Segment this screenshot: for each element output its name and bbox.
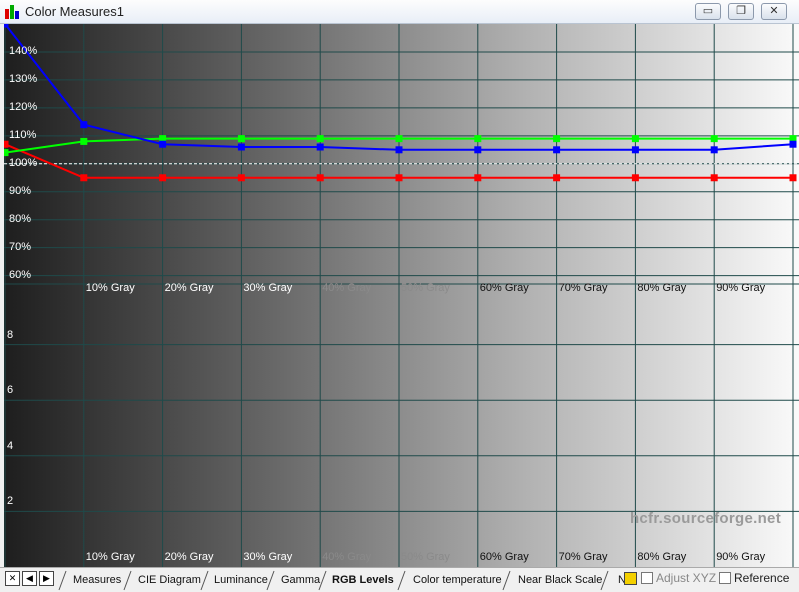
title-bar: Color Measures1 ▭ ❐ ✕ [0,0,799,24]
red-data-point [4,140,9,148]
x-tick-label: 50% Gray [401,282,450,294]
x-tick-label: 40% Gray [322,282,372,294]
chart-app-icon [5,5,21,19]
y-tick-label: 70% [9,240,32,253]
minimize-button[interactable]: ▭ [695,3,721,20]
green-data-point [395,135,403,143]
x-tick-label: 50% Gray [401,551,450,563]
red-data-point [553,174,561,182]
green-data-point [237,135,245,143]
y-tick-label: 60% [9,268,32,281]
restore-button[interactable]: ❐ [728,3,754,20]
green-data-point [631,135,639,143]
x-tick-label: 30% Gray [243,551,293,563]
x-tick-label: 70% Gray [558,551,608,563]
y-tick-label: 90% [9,184,32,197]
y-tick-label: 140% [9,44,38,57]
x-tick-label: 90% Gray [716,282,766,294]
red-data-point [237,174,245,182]
close-button[interactable]: ✕ [761,3,787,20]
x-tick-label: 60% Gray [479,551,529,563]
y-tick-label: 80% [9,212,32,225]
sensor-icon[interactable] [624,572,637,585]
window-title: Color Measures1 [25,4,124,19]
blue-data-point [553,146,561,154]
chart-canvas [4,24,799,567]
red-data-point [474,174,482,182]
blue-data-point [474,146,482,154]
red-data-point [631,174,639,182]
green-data-point [553,135,561,143]
x-tick-label: 20% Gray [164,551,214,563]
blue-data-point [159,140,167,148]
x-tick-label: 10% Gray [85,282,135,294]
reference-label: Reference [734,571,790,585]
green-data-point [4,149,9,157]
watermark: hcfr.sourceforge.net [629,510,781,527]
x-tick-label: 20% Gray [164,282,214,294]
x-tick-label: 80% Gray [637,551,687,563]
red-data-point [710,174,718,182]
red-data-point [789,174,797,182]
y-tick-label: 130% [9,72,38,85]
green-data-point [316,135,324,143]
y-tick-label: 6 [7,384,14,397]
y-tick-label: 100% [9,156,38,169]
blue-data-point [237,143,245,151]
y-tick-label: 2 [7,495,14,508]
x-tick-label: 70% Gray [558,282,608,294]
rgb-levels-chart: hcfr.sourceforge.net 60% 70% 80% 90% 100% 110… [4,24,799,567]
red-data-point [395,174,403,182]
adjust-xyz-checkbox[interactable] [641,572,653,584]
x-tick-label: 90% Gray [716,551,766,563]
red-data-point [159,174,167,182]
red-data-point [316,174,324,182]
blue-data-point [710,146,718,154]
x-tick-label: 60% Gray [479,282,529,294]
x-tick-label: 40% Gray [322,551,372,563]
y-tick-label: 8 [7,328,14,341]
blue-data-point [4,24,9,28]
blue-data-point [316,143,324,151]
adjust-xyz-label: Adjust XYZ [656,571,717,585]
blue-data-point [789,140,797,148]
blue-data-point [395,146,403,154]
blue-data-point [80,121,88,129]
x-tick-label: 10% Gray [85,551,135,563]
green-data-point [710,135,718,143]
reference-checkbox[interactable] [719,572,731,584]
green-data-point [474,135,482,143]
green-data-point [80,137,88,145]
blue-data-point [631,146,639,154]
y-tick-label: 110% [9,128,37,141]
y-tick-label: 4 [7,439,14,452]
tab-separators [58,570,609,591]
y-tick-label: 120% [9,100,38,113]
x-tick-label: 80% Gray [637,282,687,294]
x-tick-label: 30% Gray [243,282,293,294]
tab-bar: ✕ ◀ ▶ Measures CIE Diagram Luminance Gam… [0,567,799,591]
red-data-point [80,174,88,182]
